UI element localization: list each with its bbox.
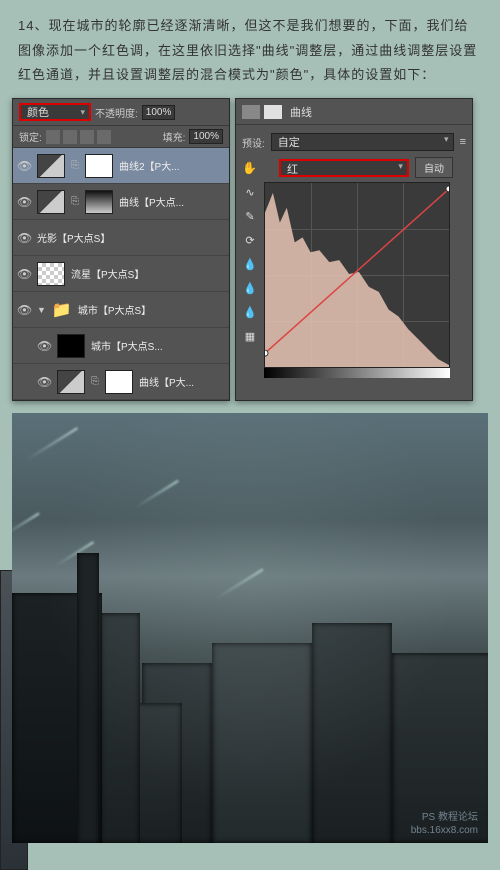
preset-label: 预设: — [242, 135, 265, 150]
lock-paint-icon[interactable] — [63, 130, 77, 144]
preset-menu-icon[interactable]: ≡ — [460, 136, 466, 148]
layer-name: 城市【P大点S】 — [78, 302, 151, 317]
layer-name: 曲线【P大点... — [119, 194, 184, 209]
layer-thumb[interactable] — [37, 262, 65, 286]
curve-line — [265, 183, 449, 367]
layer-thumb[interactable] — [37, 190, 65, 214]
eyedropper-white-icon[interactable]: 💧 — [242, 306, 258, 322]
curves-histogram[interactable] — [264, 182, 450, 368]
opacity-value[interactable]: 100% — [142, 105, 176, 120]
layer-thumb[interactable] — [37, 154, 65, 178]
panel-title: 曲线 — [290, 104, 312, 120]
curves-panel: 曲线 预设: 自定 ≡ ✋ 红 自动 ∿ ✎ ⟳ 💧 💧 💧 — [235, 98, 473, 401]
mask-thumb[interactable] — [85, 190, 113, 214]
lock-row: 锁定: 填充: 100% — [13, 126, 229, 148]
haze-overlay — [12, 413, 488, 843]
adjustment-icon — [242, 105, 260, 119]
opacity-label: 不透明度: — [95, 105, 138, 120]
preview-image: PS 教程论坛 bbs.16xx8.com — [12, 413, 488, 843]
folder-arrow-icon[interactable]: ▼ — [37, 305, 46, 315]
auto-button[interactable]: 自动 — [415, 157, 453, 178]
visibility-icon[interactable]: 👁 — [37, 375, 51, 389]
layer-row[interactable]: 👁 城市【P大点S... — [13, 328, 229, 364]
layer-row[interactable]: 👁 ⎘ 曲线2【P大... — [13, 148, 229, 184]
link-icon[interactable]: ⎘ — [71, 196, 79, 207]
layer-row[interactable]: 👁 ⎘ 曲线【P大点... — [13, 184, 229, 220]
eyedropper-gray-icon[interactable]: 💧 — [242, 282, 258, 298]
mask-thumb[interactable] — [57, 334, 85, 358]
input-ramp[interactable] — [264, 368, 450, 378]
visibility-icon[interactable]: 👁 — [37, 339, 51, 353]
layer-name: 光影【P大点S】 — [37, 230, 110, 245]
blend-mode-row: 颜色 不透明度: 100% — [13, 99, 229, 126]
layer-folder-row[interactable]: 👁 ▼ 📁 城市【P大点S】 — [13, 292, 229, 328]
layer-name: 流星【P大点S】 — [71, 266, 144, 281]
blend-mode-select[interactable]: 颜色 — [19, 103, 91, 121]
mask-thumb[interactable] — [105, 370, 133, 394]
curves-area: ∿ ✎ ⟳ 💧 💧 💧 ▦ — [242, 182, 466, 368]
lock-label: 锁定: — [19, 129, 42, 144]
lock-transparent-icon[interactable] — [46, 130, 60, 144]
watermark: PS 教程论坛 bbs.16xx8.com — [411, 811, 478, 837]
layers-panel: 颜色 不透明度: 100% 锁定: 填充: 100% 👁 ⎘ 曲线2【P大... — [12, 98, 230, 401]
link-icon[interactable]: ⎘ — [91, 376, 99, 387]
preset-row: 预设: 自定 ≡ — [242, 131, 466, 153]
pencil-tool-icon[interactable]: ✎ — [242, 210, 258, 226]
visibility-icon[interactable]: 👁 — [17, 267, 31, 281]
mask-icon — [264, 105, 282, 119]
layer-name: 曲线【P大... — [139, 374, 194, 389]
visibility-icon[interactable]: 👁 — [17, 195, 31, 209]
visibility-icon[interactable]: 👁 — [17, 159, 31, 173]
hand-icon[interactable]: ✋ — [242, 161, 257, 175]
lock-position-icon[interactable] — [80, 130, 94, 144]
link-icon[interactable]: ⎘ — [71, 160, 79, 171]
layer-name: 曲线2【P大... — [119, 158, 180, 173]
visibility-icon[interactable]: 👁 — [17, 303, 31, 317]
fill-value[interactable]: 100% — [189, 129, 223, 144]
fill-label: 填充: — [163, 129, 186, 144]
curves-body: 预设: 自定 ≡ ✋ 红 自动 ∿ ✎ ⟳ 💧 💧 💧 ▦ — [236, 125, 472, 384]
tutorial-step-text: 14、现在城市的轮廓已经逐渐清晰，但这不是我们想要的，下面，我们给图像添加一个红… — [0, 0, 500, 98]
curve-tools: ∿ ✎ ⟳ 💧 💧 💧 ▦ — [242, 182, 260, 368]
lock-icons — [46, 130, 111, 144]
eyedropper-black-icon[interactable]: 💧 — [242, 258, 258, 274]
layer-row[interactable]: 👁 光影【P大点S】 — [13, 220, 229, 256]
preset-select[interactable]: 自定 — [271, 133, 454, 151]
channel-row: ✋ 红 自动 — [242, 153, 466, 182]
folder-icon: 📁 — [52, 300, 72, 320]
layer-row[interactable]: 👁 ⎘ 曲线【P大... — [13, 364, 229, 400]
clip-icon[interactable]: ▦ — [242, 330, 258, 346]
smooth-tool-icon[interactable]: ⟳ — [242, 234, 258, 250]
lock-all-icon[interactable] — [97, 130, 111, 144]
curve-tool-icon[interactable]: ∿ — [242, 186, 258, 202]
layer-thumb[interactable] — [57, 370, 85, 394]
channel-select[interactable]: 红 — [279, 159, 409, 177]
panels-container: 颜色 不透明度: 100% 锁定: 填充: 100% 👁 ⎘ 曲线2【P大... — [0, 98, 500, 401]
layers-list: 👁 ⎘ 曲线2【P大... 👁 ⎘ 曲线【P大点... 👁 光影【P大点S】 👁 — [13, 148, 229, 400]
layer-row[interactable]: 👁 流星【P大点S】 — [13, 256, 229, 292]
visibility-icon[interactable]: 👁 — [17, 231, 31, 245]
layer-name: 城市【P大点S... — [91, 338, 163, 353]
mask-thumb[interactable] — [85, 154, 113, 178]
curves-panel-header: 曲线 — [236, 99, 472, 125]
